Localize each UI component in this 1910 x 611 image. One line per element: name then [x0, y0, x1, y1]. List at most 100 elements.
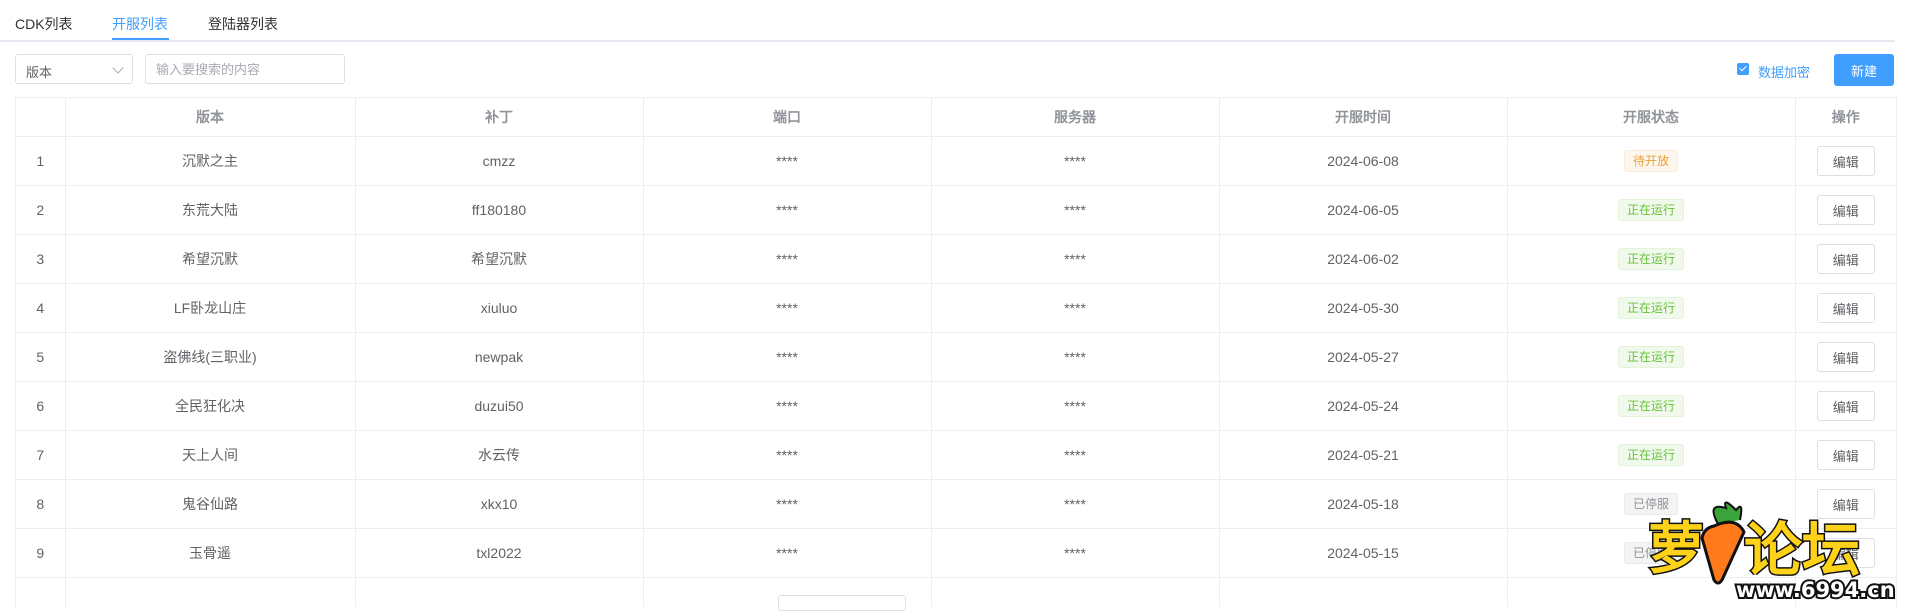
- version-cell: 沉默之主: [65, 136, 356, 186]
- encrypt-label: 数据加密: [1758, 65, 1811, 80]
- edit-button[interactable]: 编辑: [1816, 293, 1875, 323]
- open-date-cell: 2024-05-15: [1219, 528, 1508, 578]
- edit-button[interactable]: 编辑: [1816, 440, 1875, 470]
- table-row: 8 鬼谷仙路 xkx10 **** **** 2024-05-18 已停服 编辑: [16, 479, 1896, 529]
- row-index-cell: 7: [16, 430, 66, 480]
- version-cell: 鬼谷仙路: [65, 479, 356, 529]
- carrot-icon: [1700, 501, 1746, 585]
- patch-cell: newpak: [355, 332, 644, 382]
- header-port: 端口: [643, 98, 932, 137]
- row-index-cell: 9: [16, 528, 66, 578]
- port-cell: ****: [643, 528, 932, 578]
- table-row: 9 玉骨遥 txl2022 **** **** 2024-05-15 已停服 编辑: [16, 528, 1896, 578]
- status-cell: 正在运行: [1507, 185, 1796, 235]
- server-cell: ****: [931, 185, 1220, 235]
- toolbar: 版本 数据加密 新建: [0, 54, 1895, 88]
- status-badge: 正在运行: [1617, 395, 1684, 417]
- status-cell: 待开放: [1507, 136, 1796, 186]
- status-badge: 正在运行: [1617, 346, 1684, 368]
- version-cell: 盗佛线(三职业): [65, 332, 356, 382]
- header-open-date: 开服时间: [1219, 98, 1508, 137]
- status-badge: 正在运行: [1617, 248, 1684, 270]
- pagination[interactable]: [778, 595, 906, 611]
- table-row: 6 全民狂化决 duzui50 **** **** 2024-05-24 正在运行 编辑: [16, 381, 1896, 431]
- status-badge: 正在运行: [1617, 199, 1684, 221]
- patch-cell: ff180180: [355, 185, 644, 235]
- open-date-cell: 2024-06-05: [1219, 185, 1508, 235]
- version-cell: [65, 577, 356, 607]
- version-cell: 天上人间: [65, 430, 356, 480]
- table-header-row: 版本 补丁 端口 服务器 开服时间 开服状态 操作: [16, 98, 1896, 137]
- server-cell: ****: [931, 283, 1220, 333]
- action-cell: 编辑: [1795, 185, 1896, 235]
- server-cell: ****: [931, 381, 1220, 431]
- patch-cell: txl2022: [355, 528, 644, 578]
- action-cell: 编辑: [1795, 136, 1896, 186]
- open-date-cell: 2024-05-21: [1219, 430, 1508, 480]
- status-cell: 正在运行: [1507, 381, 1796, 431]
- tab-server-list[interactable]: 开服列表: [112, 14, 168, 34]
- table-row: 5 盗佛线(三职业) newpak **** **** 2024-05-27 正在运行 编辑: [16, 332, 1896, 382]
- new-button[interactable]: 新建: [1834, 54, 1894, 86]
- server-cell: ****: [931, 528, 1220, 578]
- edit-button[interactable]: 编辑: [1816, 195, 1875, 225]
- action-cell: 编辑: [1795, 234, 1896, 284]
- header-status: 开服状态: [1507, 98, 1796, 137]
- version-select[interactable]: 版本: [15, 54, 133, 84]
- row-index-cell: 8: [16, 479, 66, 529]
- patch-cell: duzui50: [355, 381, 644, 431]
- patch-cell: xkx10: [355, 479, 644, 529]
- search-input[interactable]: [145, 54, 345, 84]
- edit-button[interactable]: 编辑: [1816, 391, 1875, 421]
- header-version: 版本: [65, 98, 356, 137]
- tab-launcher-list[interactable]: 登陆器列表: [208, 14, 278, 34]
- server-cell: ****: [931, 479, 1220, 529]
- status-badge: 正在运行: [1617, 297, 1684, 319]
- version-cell: 全民狂化决: [65, 381, 356, 431]
- checkbox-checked-icon[interactable]: [1737, 63, 1749, 75]
- chevron-down-icon: [112, 62, 124, 74]
- port-cell: ****: [643, 332, 932, 382]
- open-date-cell: 2024-05-27: [1219, 332, 1508, 382]
- port-cell: ****: [643, 185, 932, 235]
- watermark-url: www.6994.cn: [1736, 578, 1895, 602]
- header-server: 服务器: [931, 98, 1220, 137]
- table-row: 7 天上人间 水云传 **** **** 2024-05-21 正在运行 编辑: [16, 430, 1896, 480]
- edit-button[interactable]: 编辑: [1816, 244, 1875, 274]
- status-cell: 正在运行: [1507, 283, 1796, 333]
- open-date-cell: 2024-05-24: [1219, 381, 1508, 431]
- port-cell: ****: [643, 136, 932, 186]
- row-index-cell: 3: [16, 234, 66, 284]
- watermark-char-3: 论坛: [1744, 516, 1860, 584]
- forum-watermark-logo: 萝 论坛 www.6994.cn: [1647, 501, 1897, 602]
- edit-button[interactable]: 编辑: [1816, 146, 1875, 176]
- open-date-cell: 2024-05-30: [1219, 283, 1508, 333]
- server-cell: ****: [931, 234, 1220, 284]
- edit-button[interactable]: 编辑: [1816, 342, 1875, 372]
- row-index-cell: 6: [16, 381, 66, 431]
- status-badge: 待开放: [1623, 150, 1678, 172]
- version-select-value: 版本: [26, 65, 53, 80]
- action-cell: 编辑: [1795, 283, 1896, 333]
- status-cell: 正在运行: [1507, 234, 1796, 284]
- tab-cdk-list[interactable]: CDK列表: [15, 14, 73, 34]
- server-table: 版本 补丁 端口 服务器 开服时间 开服状态 操作 1 沉默之主 cmzz **** *…: [15, 97, 1897, 607]
- patch-cell: xiuluo: [355, 283, 644, 333]
- patch-cell: cmzz: [355, 136, 644, 186]
- status-cell: 正在运行: [1507, 332, 1796, 382]
- server-cell: ****: [931, 136, 1220, 186]
- status-cell: 正在运行: [1507, 430, 1796, 480]
- action-cell: 编辑: [1795, 430, 1896, 480]
- header-index: [16, 98, 66, 137]
- table-row: 2 东荒大陆 ff180180 **** **** 2024-06-05 正在运行 编辑: [16, 185, 1896, 235]
- port-cell: ****: [643, 283, 932, 333]
- version-cell: 东荒大陆: [65, 185, 356, 235]
- row-index-cell: 5: [16, 332, 66, 382]
- tab-bar: CDK列表 开服列表 登陆器列表: [0, 0, 1895, 42]
- row-index-cell: [16, 577, 66, 607]
- active-tab-indicator: [112, 38, 169, 40]
- port-cell: ****: [643, 381, 932, 431]
- header-patch: 补丁: [355, 98, 644, 137]
- port-cell: ****: [643, 430, 932, 480]
- server-cell: [931, 577, 1220, 607]
